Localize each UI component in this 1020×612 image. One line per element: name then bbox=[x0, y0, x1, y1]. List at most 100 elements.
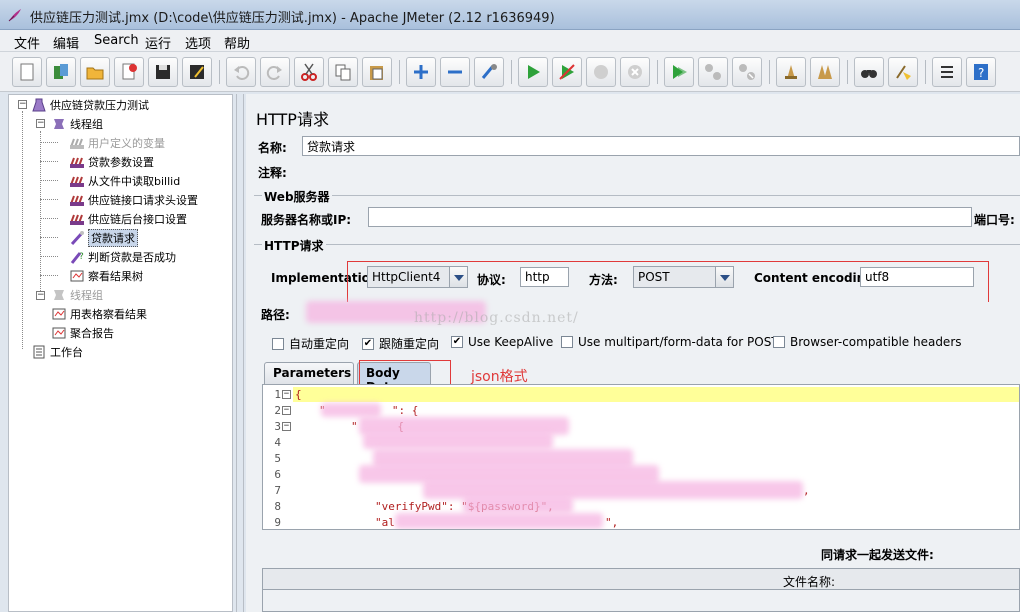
reset-search-icon[interactable] bbox=[888, 57, 918, 87]
window-title: 供应链压力测试.jmx (D:\code\供应链压力测试.jmx) - Apac… bbox=[30, 11, 555, 26]
menu-search[interactable]: Search bbox=[94, 33, 139, 48]
comment-label: 注释: bbox=[258, 166, 287, 180]
tree-node-thread-group[interactable]: 线程组 bbox=[51, 115, 103, 133]
checkbox-box bbox=[561, 336, 573, 348]
config-element-icon bbox=[70, 214, 84, 225]
stop-icon[interactable] bbox=[586, 57, 616, 87]
open-icon[interactable] bbox=[80, 57, 110, 87]
redacted-code bbox=[395, 513, 603, 529]
menu-run[interactable]: 运行 bbox=[145, 33, 171, 52]
tree-node-thread-group-disabled[interactable]: 线程组 bbox=[51, 286, 103, 304]
copy-icon[interactable] bbox=[328, 57, 358, 87]
multipart-checkbox[interactable]: Use multipart/form-data for POST bbox=[561, 335, 779, 349]
menu-edit[interactable]: 编辑 bbox=[53, 33, 79, 52]
function-helper-icon[interactable] bbox=[932, 57, 962, 87]
tree-node-label: 用户定义的变量 bbox=[88, 137, 165, 150]
expand-icon[interactable] bbox=[406, 57, 436, 87]
follow-redirect-checkbox[interactable]: ✔ 跟随重定向 bbox=[362, 335, 439, 352]
name-input[interactable] bbox=[302, 136, 1020, 156]
remote-stop-icon[interactable] bbox=[698, 57, 728, 87]
tree-node-aggregate-report[interactable]: 聚合报告 bbox=[51, 324, 114, 342]
start-icon[interactable] bbox=[518, 57, 548, 87]
tree-node-label: 从文件中读取billid bbox=[88, 175, 181, 188]
line-number: 5 bbox=[274, 452, 281, 465]
clear-all-icon[interactable] bbox=[810, 57, 840, 87]
tree-node-workbench[interactable]: 工作台 bbox=[31, 343, 83, 361]
undo-icon[interactable] bbox=[226, 57, 256, 87]
check-icon: ✔ bbox=[451, 336, 463, 348]
jmeter-feather-icon bbox=[8, 9, 21, 22]
remote-start-icon[interactable] bbox=[664, 57, 694, 87]
tree-node-read-billid[interactable]: 从文件中读取billid bbox=[69, 172, 180, 190]
tree-node-view-results-tree[interactable]: 察看结果树 bbox=[69, 267, 143, 285]
line-number: 4 bbox=[274, 436, 281, 449]
close-icon[interactable] bbox=[114, 57, 144, 87]
menu-help[interactable]: 帮助 bbox=[224, 33, 250, 52]
assertion-icon: ? bbox=[70, 252, 84, 264]
menu-bar: 文件 编辑 Search 运行 选项 帮助 bbox=[0, 30, 1020, 52]
new-icon[interactable] bbox=[12, 57, 42, 87]
current-line-highlight bbox=[293, 387, 1019, 402]
clear-icon[interactable] bbox=[776, 57, 806, 87]
check-icon: ✔ bbox=[362, 337, 374, 350]
redo-icon[interactable] bbox=[260, 57, 290, 87]
tree-node-loan-request[interactable]: 贷款请求 bbox=[69, 229, 138, 247]
tree-expander[interactable]: − bbox=[36, 119, 45, 128]
menu-options[interactable]: 选项 bbox=[185, 33, 211, 52]
menu-file[interactable]: 文件 bbox=[14, 33, 40, 52]
tree-node-test-plan[interactable]: 供应链贷款压力测试 bbox=[31, 96, 149, 114]
title-bar: 供应链压力测试.jmx (D:\code\供应链压力测试.jmx) - Apac… bbox=[0, 0, 1020, 30]
fold-toggle-icon[interactable]: − bbox=[282, 406, 291, 415]
checkbox-label: Use KeepAlive bbox=[468, 335, 554, 349]
code-line: { bbox=[295, 388, 302, 401]
listener-icon bbox=[70, 270, 84, 282]
tree-node-header-config[interactable]: 供应链接口请求头设置 bbox=[69, 191, 198, 209]
thread-group-icon bbox=[54, 290, 64, 300]
checkbox-label: Use multipart/form-data for POST bbox=[578, 335, 779, 349]
help-icon[interactable]: ? bbox=[966, 57, 996, 87]
auto-redirect-checkbox[interactable]: 自动重定向 bbox=[272, 335, 349, 352]
toolbar: ? bbox=[0, 52, 1020, 92]
tree-node-label: 贷款参数设置 bbox=[88, 156, 154, 169]
keepalive-checkbox[interactable]: ✔ Use KeepAlive bbox=[451, 335, 553, 349]
line-number: 7 bbox=[274, 484, 281, 497]
tree-node-backend-config[interactable]: 供应链后台接口设置 bbox=[69, 210, 187, 228]
tree-node-assertion[interactable]: ? 判断贷款是否成功 bbox=[69, 248, 176, 266]
tree-node-label: 供应链贷款压力测试 bbox=[50, 99, 149, 112]
server-input[interactable] bbox=[368, 207, 972, 227]
toggle-icon[interactable] bbox=[474, 57, 504, 87]
web-server-group-title: Web服务器 bbox=[262, 188, 332, 205]
tree-expander[interactable]: − bbox=[36, 291, 45, 300]
config-element-icon bbox=[70, 138, 84, 149]
body-data-editor[interactable]: 1 2 3 4 5 6 7 8 9 − − − { " ": { " { "ve… bbox=[262, 384, 1020, 530]
tree-node-loan-params[interactable]: 贷款参数设置 bbox=[69, 153, 154, 171]
remote-shutdown-icon[interactable] bbox=[732, 57, 762, 87]
fold-toggle-icon[interactable]: − bbox=[282, 390, 291, 399]
splitter-handle[interactable] bbox=[236, 94, 244, 612]
tree-node-user-variables[interactable]: 用户定义的变量 bbox=[69, 134, 165, 152]
cut-icon[interactable] bbox=[294, 57, 324, 87]
tree-node-label: 判断贷款是否成功 bbox=[88, 251, 176, 264]
templates-icon[interactable] bbox=[46, 57, 76, 87]
files-table-body[interactable] bbox=[262, 590, 1020, 612]
http-request-group-title: HTTP请求 bbox=[262, 237, 326, 254]
checkbox-label: Browser-compatible headers bbox=[790, 335, 962, 349]
save-as-icon[interactable] bbox=[182, 57, 212, 87]
page-title: HTTP请求 bbox=[256, 110, 329, 129]
save-icon[interactable] bbox=[148, 57, 178, 87]
tree-node-table-results[interactable]: 用表格察看结果 bbox=[51, 305, 147, 323]
tree-node-label: 察看结果树 bbox=[88, 270, 143, 283]
tree-node-label: 线程组 bbox=[70, 289, 103, 302]
files-column-name: 文件名称: bbox=[783, 575, 836, 589]
paste-icon[interactable] bbox=[362, 57, 392, 87]
search-icon[interactable] bbox=[854, 57, 884, 87]
shutdown-icon[interactable] bbox=[620, 57, 650, 87]
fold-toggle-icon[interactable]: − bbox=[282, 422, 291, 431]
tree-expander[interactable]: − bbox=[18, 100, 27, 109]
browser-headers-checkbox[interactable]: Browser-compatible headers bbox=[773, 335, 962, 349]
collapse-icon[interactable] bbox=[440, 57, 470, 87]
comment-input[interactable] bbox=[296, 161, 1020, 181]
start-no-timers-icon[interactable] bbox=[552, 57, 582, 87]
code-line: , bbox=[803, 484, 810, 497]
tab-parameters[interactable]: Parameters bbox=[264, 362, 354, 384]
